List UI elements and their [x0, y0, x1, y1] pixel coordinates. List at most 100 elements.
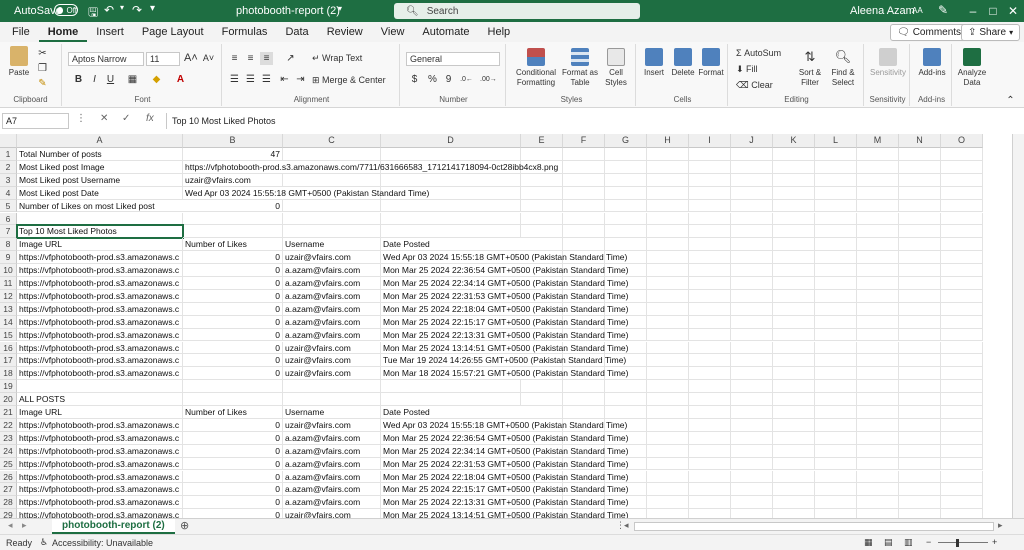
accessibility-status[interactable]: Accessibility: Unavailable [52, 538, 153, 548]
cell-a20[interactable]: ALL POSTS [17, 393, 183, 406]
cell-f20[interactable] [563, 393, 605, 406]
wrap-text-button[interactable]: ↵ Wrap Text [312, 53, 362, 63]
cell-n10[interactable] [899, 264, 941, 277]
cell-a25[interactable]: https://vfphotobooth-prod.s3.amazonaws.c [17, 457, 183, 471]
cell-g7[interactable] [605, 225, 647, 239]
cell-o3[interactable] [941, 173, 983, 187]
tab-view[interactable]: View [372, 22, 414, 42]
pen-icon[interactable]: ✎ [938, 3, 948, 17]
cell-g21[interactable] [605, 406, 647, 419]
row-header-10[interactable]: 10 [0, 264, 17, 277]
cell-m24[interactable] [857, 444, 899, 458]
cell-k11[interactable] [773, 277, 815, 290]
insert-cells-button[interactable]: Insert [640, 48, 668, 78]
cell-a1[interactable]: Total Number of posts [17, 148, 183, 161]
cell-j17[interactable] [731, 354, 773, 368]
row-header-11[interactable]: 11 [0, 277, 17, 290]
cell-c10[interactable]: a.azam@vfairs.com [283, 264, 381, 277]
cell-a17[interactable]: https://vfphotobooth-prod.s3.amazonaws.c [17, 354, 183, 368]
cell-n6[interactable] [899, 212, 941, 226]
cell-o18[interactable] [941, 367, 983, 381]
cell-h14[interactable] [647, 315, 689, 329]
cell-i22[interactable] [689, 418, 731, 432]
row-header-6[interactable]: 6 [0, 212, 17, 226]
share-button[interactable]: ⇪ Share ▾ [961, 24, 1021, 41]
cell-l9[interactable] [815, 251, 857, 265]
sensitivity-button[interactable]: Sensitivity [868, 48, 908, 78]
percent-icon[interactable]: % [426, 73, 439, 86]
cell-k3[interactable] [773, 173, 815, 187]
cell-c22[interactable]: uzair@vfairs.com [283, 418, 381, 432]
tab-file[interactable]: File [0, 22, 39, 42]
scroll-right-icon[interactable]: ▸ [998, 520, 1003, 531]
cell-g8[interactable] [605, 238, 647, 252]
cell-m12[interactable] [857, 289, 899, 303]
paste-button[interactable]: Paste [6, 46, 32, 78]
prev-sheet-icon[interactable]: ◂ [8, 520, 13, 531]
decrease-decimal-icon[interactable]: .00→ [480, 73, 497, 86]
cell-l27[interactable] [815, 483, 857, 497]
cell-j23[interactable] [731, 431, 773, 445]
cell-k25[interactable] [773, 457, 815, 471]
cell-m10[interactable] [857, 264, 899, 277]
cell-i15[interactable] [689, 328, 731, 342]
cell-h12[interactable] [647, 289, 689, 303]
copy-icon[interactable]: ❐ [36, 62, 49, 75]
cell-l18[interactable] [815, 367, 857, 381]
cell-o7[interactable] [941, 225, 983, 239]
cell-k22[interactable] [773, 418, 815, 432]
cell-a8[interactable]: Image URL [17, 238, 183, 252]
cell-o25[interactable] [941, 457, 983, 471]
row-header-13[interactable]: 13 [0, 302, 17, 316]
cell-i13[interactable] [689, 302, 731, 316]
row-header-22[interactable]: 22 [0, 418, 17, 432]
cell-d26[interactable]: Mon Mar 25 2024 22:18:04 GMT+0500 (Pakis… [381, 471, 628, 484]
cell-k19[interactable] [773, 380, 815, 394]
cell-e8[interactable] [521, 238, 563, 252]
cell-m2[interactable] [857, 160, 899, 174]
cell-h10[interactable] [647, 264, 689, 277]
cell-m14[interactable] [857, 315, 899, 329]
cell-j15[interactable] [731, 328, 773, 342]
cell-h27[interactable] [647, 483, 689, 497]
cell-k24[interactable] [773, 444, 815, 458]
cell-n22[interactable] [899, 418, 941, 432]
cell-a11[interactable]: https://vfphotobooth-prod.s3.amazonaws.c [17, 277, 183, 290]
cell-b21[interactable]: Number of Likes [183, 406, 283, 419]
cell-h18[interactable] [647, 367, 689, 381]
cell-a13[interactable]: https://vfphotobooth-prod.s3.amazonaws.c [17, 302, 183, 316]
cell-g3[interactable] [605, 173, 647, 187]
column-header-n[interactable]: N [899, 134, 941, 148]
cell-d9[interactable]: Wed Apr 03 2024 15:55:18 GMT+0500 (Pakis… [381, 251, 627, 265]
cell-d24[interactable]: Mon Mar 25 2024 22:34:14 GMT+0500 (Pakis… [381, 445, 628, 458]
row-header-16[interactable]: 16 [0, 341, 17, 355]
cell-k1[interactable] [773, 148, 815, 161]
align-left-icon[interactable]: ☰ [228, 73, 241, 86]
cell-o15[interactable] [941, 328, 983, 342]
cell-m11[interactable] [857, 277, 899, 290]
vertical-scrollbar[interactable] [1012, 134, 1024, 518]
cell-n2[interactable] [899, 160, 941, 174]
cell-g4[interactable] [605, 186, 647, 200]
cell-c17[interactable]: uzair@vfairs.com [283, 354, 381, 368]
cell-o28[interactable] [941, 496, 983, 510]
cell-k18[interactable] [773, 367, 815, 381]
cell-i10[interactable] [689, 264, 731, 277]
cell-m18[interactable] [857, 367, 899, 381]
cell-i3[interactable] [689, 173, 731, 187]
cell-m5[interactable] [857, 199, 899, 213]
cell-b15[interactable]: 0 [183, 328, 283, 342]
cell-n17[interactable] [899, 354, 941, 368]
cell-j29[interactable] [731, 509, 773, 518]
cell-m3[interactable] [857, 173, 899, 187]
cell-m9[interactable] [857, 251, 899, 265]
bold-button[interactable]: B [72, 73, 85, 86]
cell-c7[interactable] [283, 225, 381, 239]
tab-insert[interactable]: Insert [87, 22, 133, 42]
font-name-select[interactable]: Aptos Narrow [68, 52, 144, 66]
save-icon[interactable]: 🖫 [88, 3, 98, 24]
autosum-button[interactable]: Σ AutoSum [736, 48, 781, 58]
cell-a26[interactable]: https://vfphotobooth-prod.s3.amazonaws.c [17, 470, 183, 484]
cell-l14[interactable] [815, 315, 857, 329]
cell-g20[interactable] [605, 393, 647, 406]
